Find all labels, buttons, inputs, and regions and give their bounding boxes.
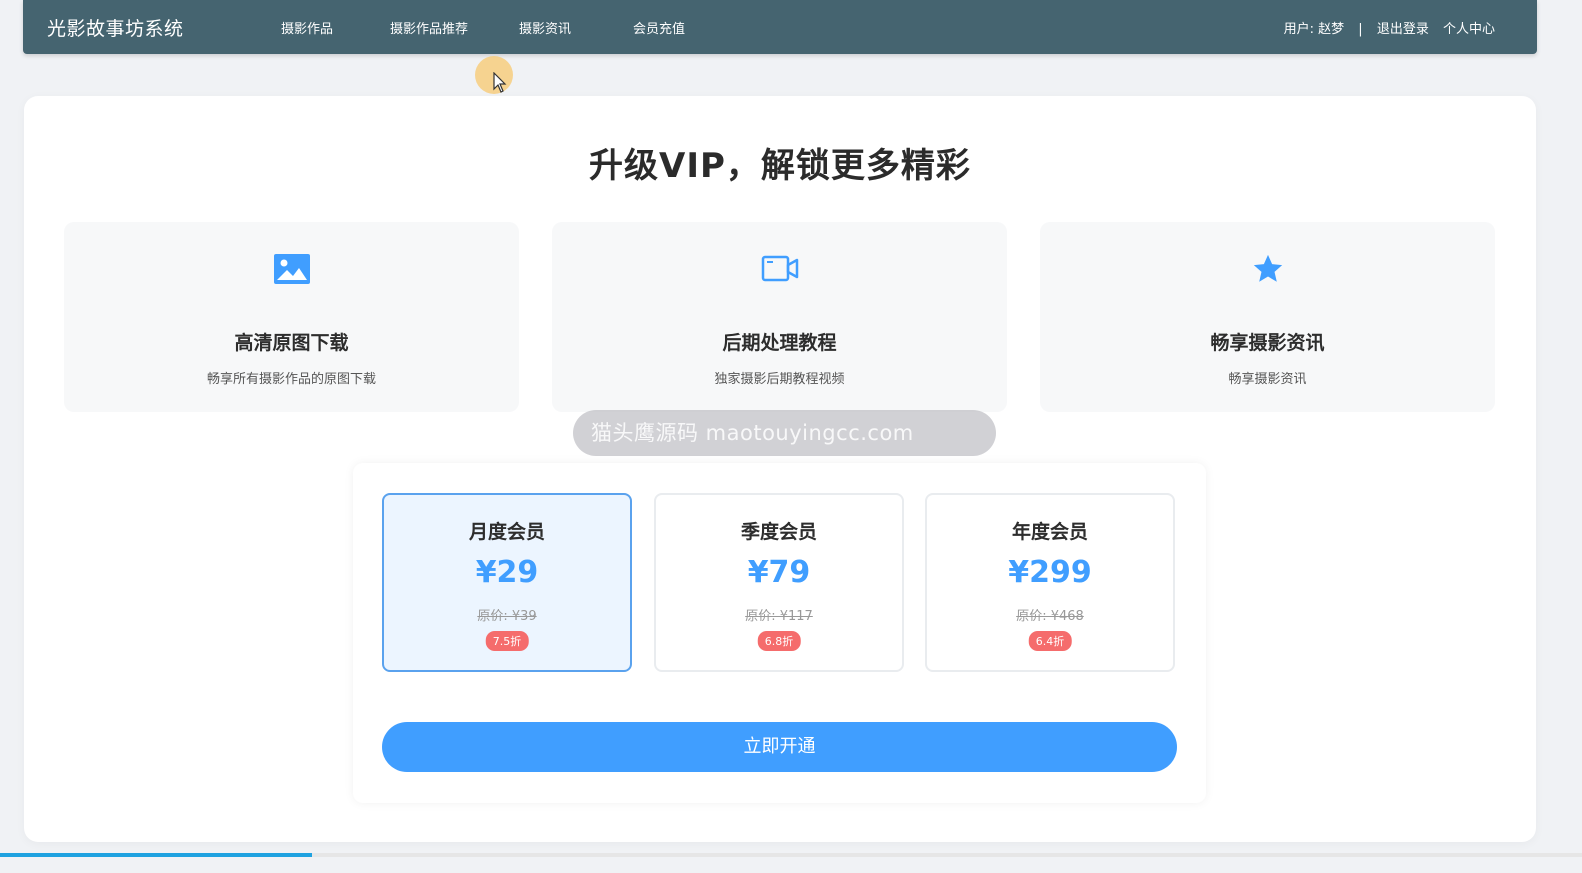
- separator: |: [1358, 22, 1363, 37]
- star-icon: [1253, 254, 1282, 282]
- profile-link[interactable]: 个人中心: [1443, 18, 1495, 37]
- activate-now-button[interactable]: 立即开通: [382, 722, 1177, 772]
- nav-item-photo-news[interactable]: 摄影资讯: [519, 18, 571, 37]
- discount-badge: 7.5折: [485, 631, 529, 651]
- user-prefix: 用户:: [1283, 22, 1314, 37]
- feature-title: 高清原图下载: [234, 332, 349, 354]
- feature-title: 后期处理教程: [722, 332, 837, 354]
- discount-badge: 6.8折: [757, 631, 801, 651]
- plan-card-yearly[interactable]: 年度会员 ¥299 原价: ¥468 6.4折: [925, 493, 1175, 672]
- plan-original-price: 原价: ¥117: [745, 609, 813, 624]
- mouse-cursor-icon: [493, 72, 507, 93]
- user-box: 用户: 赵梦 | 退出登录 个人中心: [1284, 18, 1495, 37]
- plan-original-price: 原价: ¥468: [1016, 609, 1084, 624]
- plan-price: ¥299: [1008, 555, 1092, 590]
- plan-name: 月度会员: [468, 521, 545, 543]
- feature-card-post-processing: 后期处理教程 独家摄影后期教程视频: [552, 222, 1007, 412]
- feature-card-photo-news: 畅享摄影资讯 畅享摄影资讯: [1040, 222, 1495, 412]
- logout-link[interactable]: 退出登录: [1377, 18, 1429, 37]
- plan-price: ¥29: [475, 555, 539, 590]
- nav-item-photo-works[interactable]: 摄影作品: [281, 18, 333, 37]
- feature-card-original-download: 高清原图下载 畅享所有摄影作品的原图下载: [64, 222, 519, 412]
- page-progress-bar: [0, 853, 312, 857]
- brand-title[interactable]: 光影故事坊系统: [47, 14, 184, 41]
- page-title: 升级VIP，解锁更多精彩: [589, 146, 971, 186]
- plan-original-price: 原价: ¥39: [477, 609, 537, 624]
- plan-card-monthly[interactable]: 月度会员 ¥29 原价: ¥39 7.5折: [382, 493, 632, 672]
- plan-name: 年度会员: [1011, 521, 1088, 543]
- pricing-panel: 月度会员 ¥29 原价: ¥39 7.5折 季度会员 ¥79 原价: ¥117 …: [353, 463, 1206, 803]
- feature-desc: 畅享摄影资讯: [1228, 372, 1307, 387]
- watermark: 猫头鹰源码 maotouyingcc.com: [573, 410, 996, 456]
- feature-desc: 独家摄影后期教程视频: [714, 372, 845, 387]
- plan-price: ¥79: [747, 555, 811, 590]
- video-icon: [761, 255, 798, 282]
- username: 赵梦: [1318, 22, 1345, 37]
- feature-desc: 畅享所有摄影作品的原图下载: [206, 372, 376, 387]
- nav-item-recommended-works[interactable]: 摄影作品推荐: [390, 18, 468, 37]
- nav-item-membership-recharge[interactable]: 会员充值: [633, 18, 685, 37]
- feature-title: 畅享摄影资讯: [1210, 332, 1325, 354]
- plan-card-quarterly[interactable]: 季度会员 ¥79 原价: ¥117 6.8折: [654, 493, 904, 672]
- top-navbar: 光影故事坊系统 摄影作品 摄影作品推荐 摄影资讯 会员充值 用户: 赵梦 | 退…: [23, 0, 1537, 54]
- plan-name: 季度会员: [740, 521, 817, 543]
- discount-badge: 6.4折: [1028, 631, 1072, 651]
- image-icon: [273, 254, 310, 284]
